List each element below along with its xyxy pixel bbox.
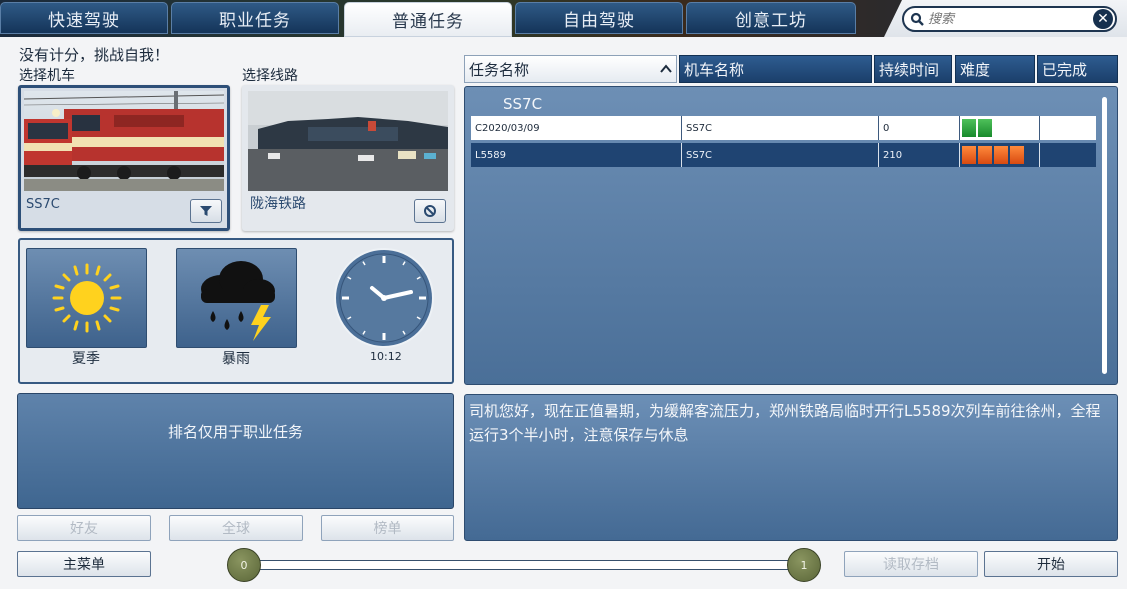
leaderboard-button[interactable]: 榜单 <box>321 515 454 541</box>
difficulty-bar <box>978 119 992 137</box>
difficulty-bar <box>962 119 976 137</box>
locomotive-filter-button[interactable] <box>190 199 222 223</box>
season-tile[interactable] <box>26 248 147 348</box>
tab-quick-drive[interactable]: 快速驾驶 <box>0 2 168 34</box>
table-row[interactable]: L5589 SS7C 210 <box>471 143 1096 167</box>
search-field[interactable]: ✕ <box>902 6 1117 32</box>
task-name-cell: C2020/03/09 <box>471 116 682 140</box>
column-header-duration[interactable]: 持续时间 <box>874 55 952 83</box>
start-button[interactable]: 开始 <box>984 551 1118 577</box>
time-label: 10:12 <box>370 350 402 363</box>
tab-normal-missions[interactable]: 普通任务 <box>344 2 512 37</box>
thunderstorm-icon <box>201 261 275 341</box>
locomotive-card[interactable]: SS7C <box>18 85 230 231</box>
locomotive-cell: SS7C <box>682 143 879 167</box>
environment-panel: 夏季 暴雨 10:12 <box>18 238 454 384</box>
difficulty-bar <box>1010 146 1024 164</box>
route-card[interactable]: 陇海铁路 <box>242 85 454 231</box>
route-name: 陇海铁路 <box>250 196 306 212</box>
duration-cell: 0 <box>879 116 960 140</box>
search-input[interactable] <box>928 11 1088 27</box>
save-slider-track[interactable] <box>236 560 810 570</box>
locomotive-image <box>24 91 224 191</box>
completed-cell <box>1040 143 1096 167</box>
route-clear-button[interactable] <box>414 199 446 223</box>
mission-description: 司机您好，现在正值暑期，为缓解客流压力，郑州铁路局临时开行L5589次列车前往徐… <box>469 402 1101 444</box>
mission-description-panel: 司机您好，现在正值暑期，为缓解客流压力，郑州铁路局临时开行L5589次列车前往徐… <box>464 394 1118 541</box>
no-entry-icon <box>424 205 436 217</box>
friends-button[interactable]: 好友 <box>17 515 151 541</box>
search-icon <box>910 12 924 26</box>
sort-ascending-icon <box>660 64 672 73</box>
season-label: 夏季 <box>72 351 100 367</box>
difficulty-bar <box>978 146 992 164</box>
mode-headline: 没有计分，挑战自我！ <box>19 46 170 64</box>
difficulty-bar <box>994 146 1008 164</box>
duration-cell: 210 <box>879 143 960 167</box>
sun-icon <box>52 263 122 333</box>
tab-creative-workshop[interactable]: 创意工坊 <box>686 2 856 34</box>
main-menu-button[interactable]: 主菜单 <box>17 551 151 577</box>
ranking-message: 排名仅用于职业任务 <box>167 423 303 441</box>
locomotive-cell: SS7C <box>682 116 879 140</box>
difficulty-cell <box>960 143 1040 167</box>
slider-min-knob[interactable]: 0 <box>227 548 261 582</box>
column-header-completed[interactable]: 已完成 <box>1037 55 1118 83</box>
filter-icon <box>200 206 212 216</box>
completed-cell <box>1040 116 1096 140</box>
mission-list-panel: SS7C C2020/03/09 SS7C 0 L5589 SS7C 210 <box>464 86 1118 385</box>
route-section-label: 选择线路 <box>242 68 298 84</box>
slider-max-knob[interactable]: 1 <box>787 548 821 582</box>
route-image <box>248 91 448 191</box>
list-scrollbar[interactable] <box>1102 97 1107 374</box>
load-save-button[interactable]: 读取存档 <box>844 551 978 577</box>
weather-tile[interactable] <box>176 248 297 348</box>
column-header-difficulty[interactable]: 难度 <box>955 55 1035 83</box>
clock-icon[interactable] <box>332 246 436 350</box>
locomotive-name: SS7C <box>26 197 60 212</box>
clear-search-icon[interactable]: ✕ <box>1093 9 1113 29</box>
group-title: SS7C <box>503 95 543 113</box>
column-header-task-name[interactable]: 任务名称 <box>464 55 677 83</box>
difficulty-bar <box>962 146 976 164</box>
tab-career-missions[interactable]: 职业任务 <box>171 2 339 34</box>
global-button[interactable]: 全球 <box>169 515 303 541</box>
difficulty-cell <box>960 116 1040 140</box>
task-name-cell: L5589 <box>471 143 682 167</box>
column-header-locomotive[interactable]: 机车名称 <box>679 55 872 83</box>
ranking-panel: 排名仅用于职业任务 <box>17 393 454 509</box>
locomotive-section-label: 选择机车 <box>19 68 75 84</box>
table-row[interactable]: C2020/03/09 SS7C 0 <box>471 116 1096 140</box>
weather-label: 暴雨 <box>222 351 250 367</box>
tab-free-drive[interactable]: 自由驾驶 <box>515 2 683 34</box>
header-label: 任务名称 <box>469 60 530 79</box>
